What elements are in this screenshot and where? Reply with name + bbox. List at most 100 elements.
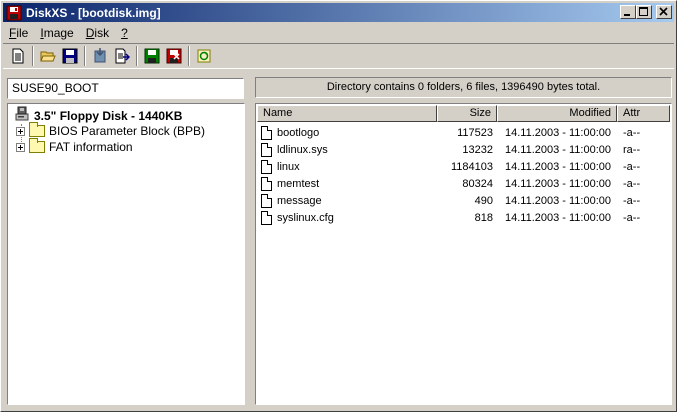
menu-file-label: ile [16,26,29,40]
diskxs-app-icon [6,5,22,21]
menu-help[interactable]: ? [115,26,134,40]
file-name-cell: memtest [257,176,437,191]
file-size: 13232 [462,143,493,156]
file-name-cell: syslinux.cfg [257,210,437,225]
import-button[interactable] [89,45,111,67]
file-icon [261,193,272,208]
file-attr: -a-- [623,177,641,190]
tree-root-label: 3.5" Floppy Disk - 1440KB [34,108,183,123]
file-attr: ra-- [623,143,641,156]
save-button[interactable] [59,45,81,67]
file-row[interactable]: message 490 14.11.2003 - 11:00:00 -a-- [257,192,670,209]
file-size: 490 [474,194,493,207]
close-button[interactable] [656,5,672,19]
toolbar-separator [84,46,86,66]
maximize-icon [639,7,648,16]
file-name-cell: message [257,193,437,208]
toolbar [3,43,674,69]
column-header-modified[interactable]: Modified [497,105,617,122]
export-button[interactable] [111,45,133,67]
file-name-cell: ldlinux.sys [257,142,437,157]
menu-image[interactable]: Image [34,26,79,40]
app-window: DiskXS - [bootdisk.img] File Image Disk … [0,0,677,412]
read-disk-button[interactable] [163,45,185,67]
toolbar-separator [32,46,34,66]
toolbar-separator [188,46,190,66]
close-icon [659,7,668,16]
file-row[interactable]: linux 1184103 14.11.2003 - 11:00:00 -a-- [257,158,670,175]
toolbar-separator [136,46,138,66]
file-modified: 14.11.2003 - 11:00:00 [504,194,611,207]
column-header-size[interactable]: Size [437,105,497,122]
file-size: 818 [474,211,493,224]
new-icon [12,48,24,64]
write-disk-button[interactable] [141,45,163,67]
file-rows: bootlogo 117523 14.11.2003 - 11:00:00 -a… [257,124,670,226]
file-row[interactable]: memtest 80324 14.11.2003 - 11:00:00 -a-- [257,175,670,192]
directory-summary: Directory contains 0 folders, 6 files, 1… [255,77,672,98]
title-bar[interactable]: DiskXS - [bootdisk.img] [3,3,674,22]
export-icon [115,48,130,64]
menu-image-label: mage [43,26,74,40]
volume-label-input[interactable]: SUSE90_BOOT [7,78,244,99]
file-list[interactable]: Name Size Modified Attr bootlogo 117523 … [255,103,672,405]
save-icon [62,48,78,64]
file-size: 80324 [462,177,493,190]
file-row[interactable]: bootlogo 117523 14.11.2003 - 11:00:00 -a… [257,124,670,141]
window-controls [620,5,672,19]
file-name: message [277,194,322,207]
expand-icon[interactable] [16,142,25,152]
menu-file[interactable]: File [3,26,34,40]
column-header-name[interactable]: Name [257,105,437,122]
tree-node-label: BIOS Parameter Block (BPB) [49,124,206,138]
file-name: bootlogo [277,126,320,139]
maximize-button[interactable] [636,5,652,19]
file-attr: -a-- [623,160,641,173]
file-icon [261,210,272,225]
menu-disk[interactable]: Disk [80,26,115,40]
new-button[interactable] [7,45,29,67]
file-name: linux [277,160,300,173]
file-attr: -a-- [623,211,641,224]
list-header: Name Size Modified Attr [257,105,670,122]
file-icon [261,176,272,191]
refresh-button[interactable] [193,45,215,67]
minimize-icon [624,14,630,16]
file-name-cell: bootlogo [257,125,437,140]
minimize-button[interactable] [620,5,636,19]
file-name: ldlinux.sys [277,143,328,156]
folder-icon [29,122,45,137]
file-attr: -a-- [623,126,641,139]
file-size: 117523 [457,126,493,139]
folder-icon [29,138,45,153]
tree-view[interactable]: 3.5" Floppy Disk - 1440KB BIOS Parameter… [7,103,245,405]
open-button[interactable] [37,45,59,67]
floppy-drive-icon [14,106,30,125]
refresh-icon [197,49,211,63]
file-icon [261,159,272,174]
file-modified: 14.11.2003 - 11:00:00 [504,160,611,173]
file-size: 1184103 [450,160,493,173]
expand-icon[interactable] [16,126,25,136]
tree-node-label: FAT information [49,140,133,154]
file-row[interactable]: syslinux.cfg 818 14.11.2003 - 11:00:00 -… [257,209,670,226]
file-modified: 14.11.2003 - 11:00:00 [504,143,611,156]
tree-node-bpb[interactable]: BIOS Parameter Block (BPB) [16,122,206,138]
file-row[interactable]: ldlinux.sys 13232 14.11.2003 - 11:00:00 … [257,141,670,158]
tree-root-node[interactable]: 3.5" Floppy Disk - 1440KB [14,106,182,125]
file-icon [261,125,272,140]
file-icon [261,142,272,157]
file-name-cell: linux [257,159,437,174]
file-name: memtest [277,177,320,190]
file-name: syslinux.cfg [277,211,334,224]
file-modified: 14.11.2003 - 11:00:00 [504,211,611,224]
import-icon [94,48,106,63]
column-header-attr[interactable]: Attr [617,105,670,122]
tree-node-fat[interactable]: FAT information [16,138,133,154]
menu-disk-label: isk [94,26,110,40]
window-title: DiskXS - [bootdisk.img] [26,5,161,20]
open-icon [40,51,56,62]
file-modified: 14.11.2003 - 11:00:00 [504,177,611,190]
write-disk-icon [144,48,160,64]
file-modified: 14.11.2003 - 11:00:00 [504,126,611,139]
